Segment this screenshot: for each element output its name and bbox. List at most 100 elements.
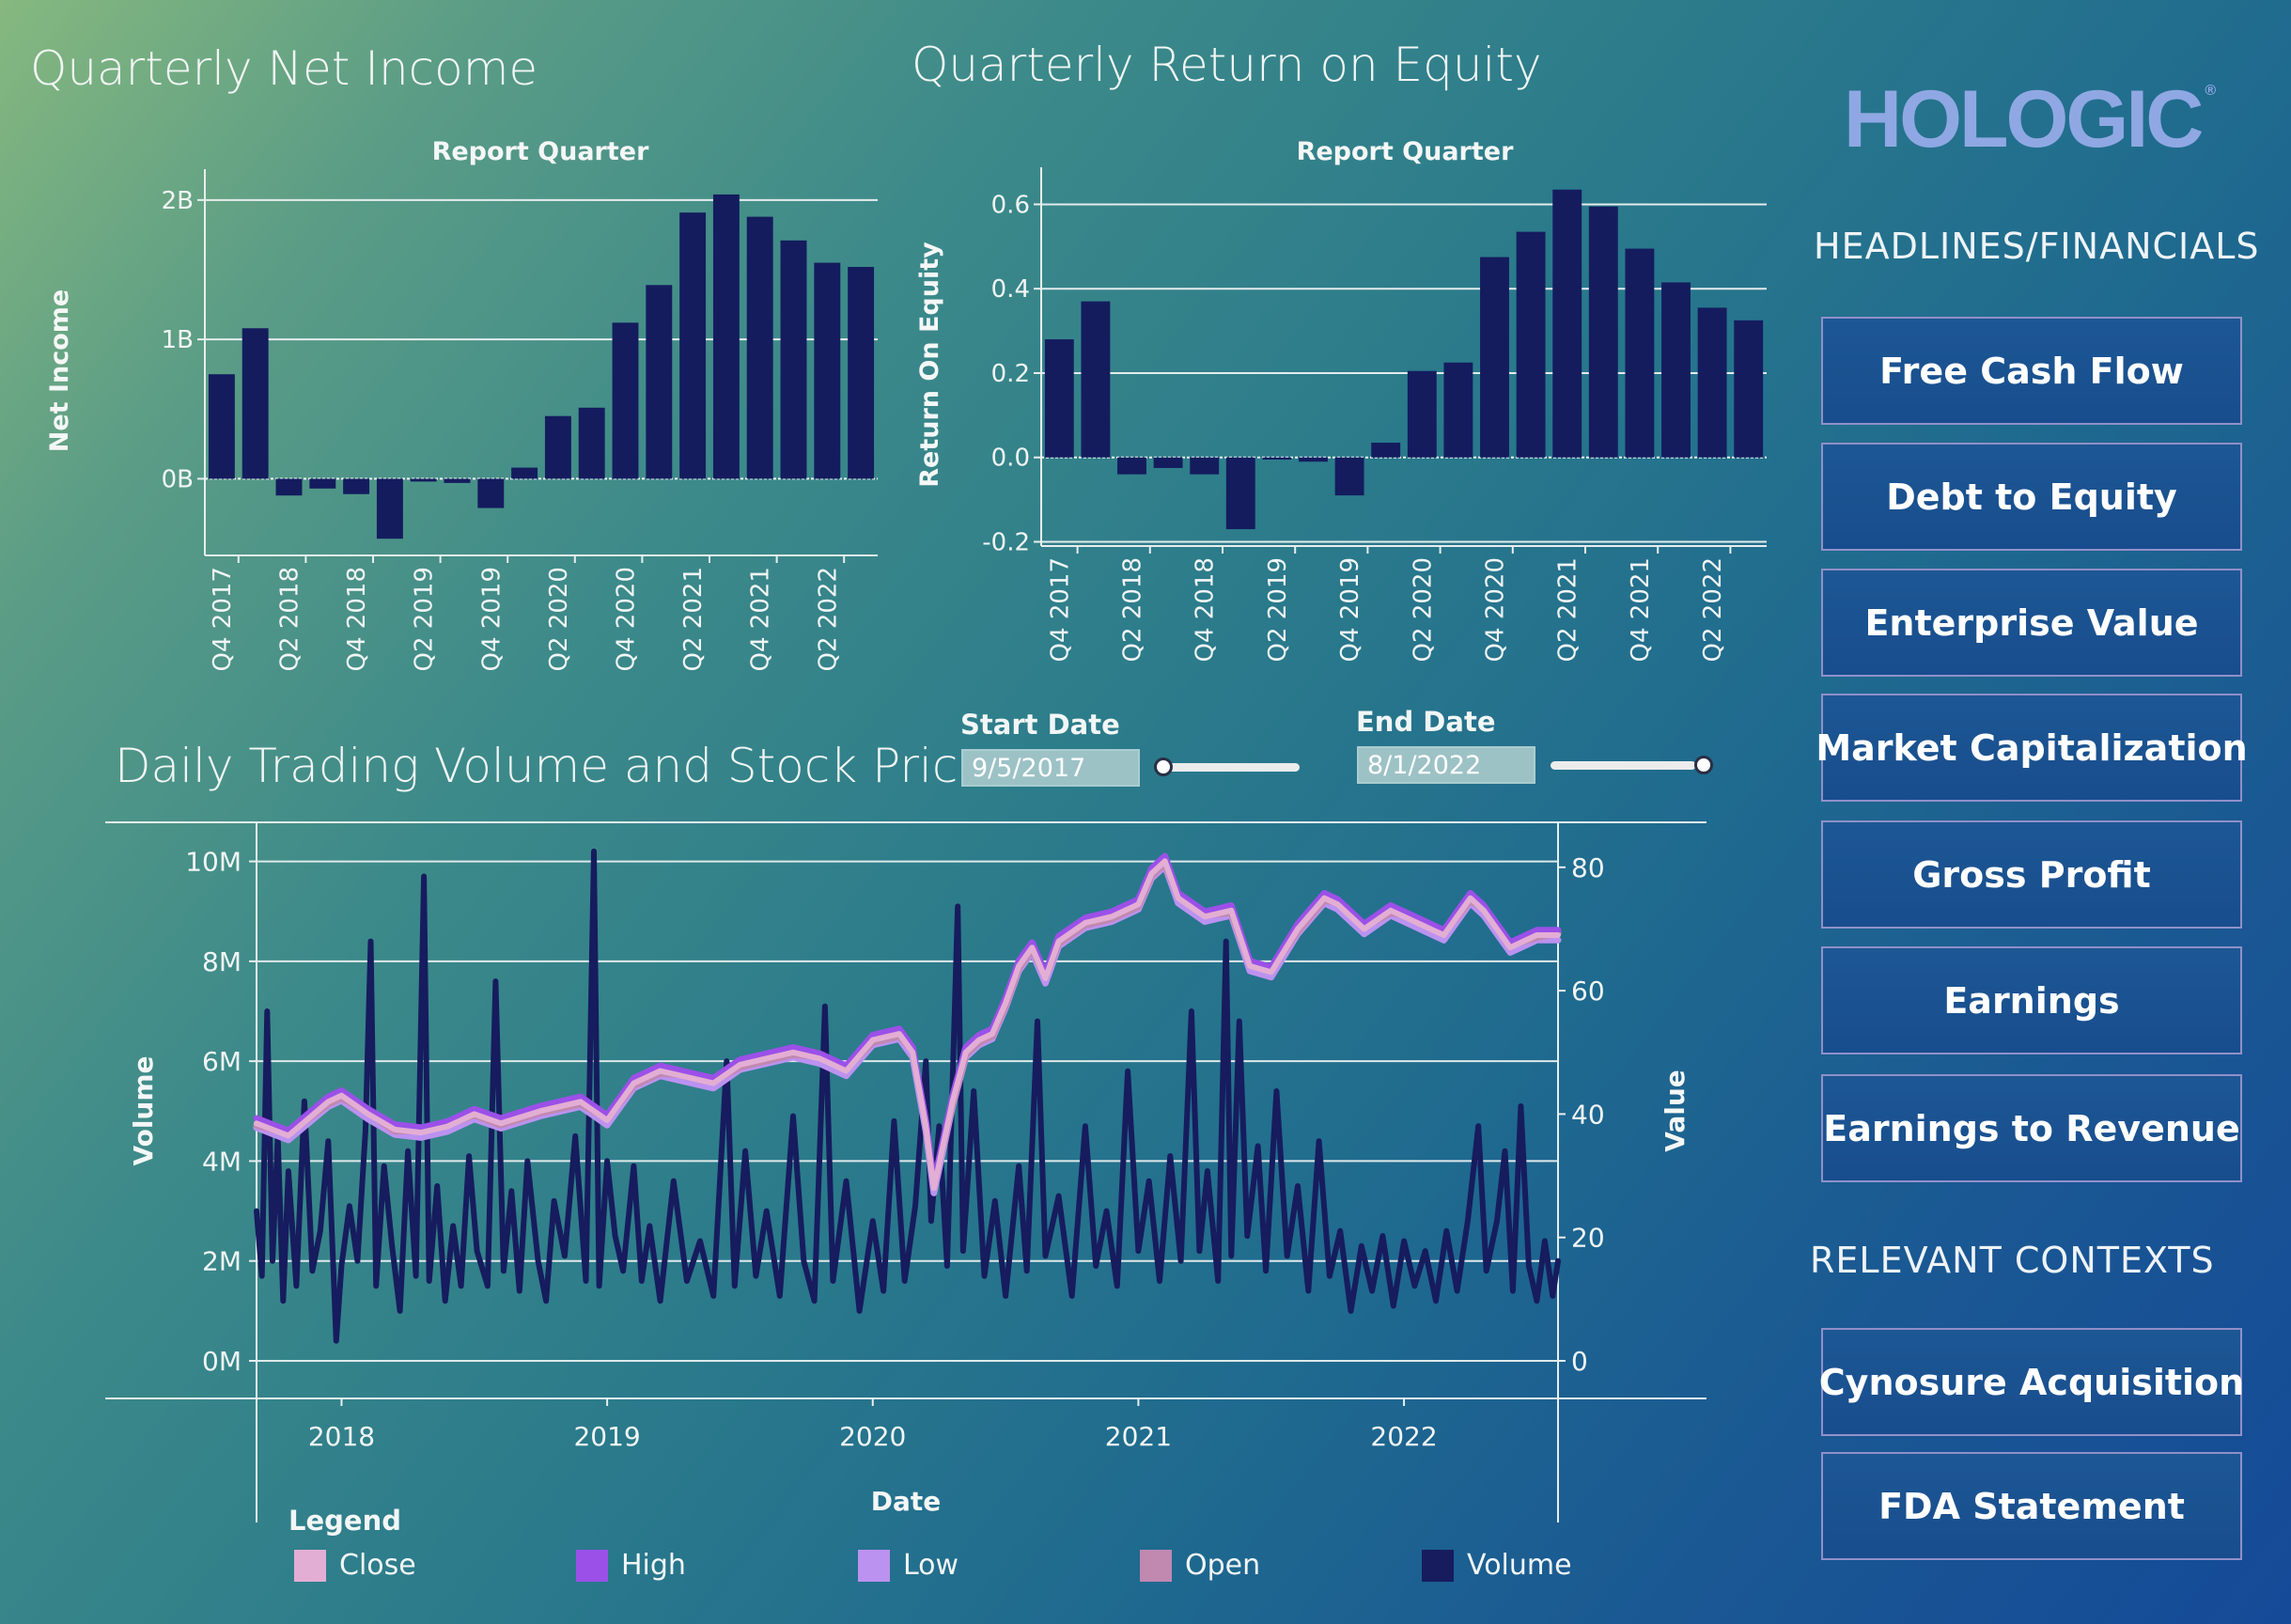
- end-date-slider-handle[interactable]: [1694, 756, 1713, 774]
- bar: [1153, 457, 1183, 468]
- earnings-button[interactable]: Earnings: [1821, 946, 2242, 1054]
- legend-label: Open: [1185, 1549, 1261, 1582]
- bar: [1480, 257, 1509, 458]
- x-tick-label: Q4 2020: [1482, 557, 1510, 662]
- bar: [477, 478, 505, 508]
- y-tick-label: 0.2: [991, 360, 1030, 388]
- x-axis-title: Report Quarter: [1297, 137, 1515, 166]
- legend-swatch: [1422, 1549, 1454, 1582]
- hologic-logo: HOLOGIC ®: [1844, 73, 2216, 166]
- x-tick-label: 2022: [1370, 1421, 1437, 1452]
- bar: [712, 194, 740, 479]
- legend-item-open[interactable]: Open: [1140, 1549, 1260, 1582]
- y-tick-label: 1B: [162, 326, 194, 354]
- cynosure-acquisition-button[interactable]: Cynosure Acquisition: [1819, 1328, 2244, 1436]
- fda-statement-button[interactable]: FDA Statement: [1821, 1452, 2242, 1560]
- bar: [544, 415, 571, 479]
- x-tick-label: 2020: [839, 1421, 906, 1452]
- x-tick-label: Q4 2018: [343, 567, 371, 671]
- market-capitalization-button[interactable]: Market Capitalization: [1816, 694, 2248, 802]
- x-tick-label: Q2 2022: [1699, 557, 1727, 662]
- bar: [376, 478, 403, 539]
- bar: [1407, 370, 1437, 458]
- end-date-slider[interactable]: [1551, 761, 1696, 770]
- y2-tick-label: 20: [1571, 1223, 1605, 1254]
- net-income-chart: Report Quarter Net Income 0B 1B 2B Q4 2017 Q2 …: [45, 137, 878, 671]
- legend-label: Low: [903, 1549, 959, 1582]
- legend-item-volume[interactable]: Volume: [1422, 1549, 1572, 1582]
- bar: [1371, 443, 1401, 458]
- bar: [578, 407, 605, 479]
- relevant-contexts-heading: RELEVANT CONTEXTS: [1810, 1240, 2215, 1281]
- y-tick-label: 0M: [202, 1346, 242, 1377]
- start-date-slider-handle[interactable]: [1154, 757, 1173, 776]
- legend-swatch: [1140, 1549, 1172, 1582]
- bar: [1334, 457, 1364, 496]
- bar: [1661, 282, 1691, 458]
- legend-item-low[interactable]: Low: [858, 1549, 958, 1582]
- x-tick-label: Q4 2019: [477, 567, 506, 671]
- end-date-label: End Date: [1356, 706, 1496, 738]
- legend-swatch: [294, 1549, 326, 1582]
- bar: [275, 478, 303, 496]
- x-axis-title: Date: [871, 1486, 942, 1517]
- trading-chart: 0M 2M 4M 6M 8M 10M 0 20 40 60 80 2018 2019 2020 2021 20…: [105, 821, 1707, 1522]
- y-tick-label: 0.6: [991, 191, 1030, 219]
- x-tick-label: Q2 2020: [545, 567, 573, 671]
- bar: [1443, 362, 1473, 458]
- legend-item-close[interactable]: Close: [294, 1549, 416, 1582]
- x-tick-label: Q4 2021: [1627, 557, 1655, 662]
- bar: [1552, 189, 1582, 458]
- bar: [780, 240, 807, 479]
- legend-item-high[interactable]: High: [576, 1549, 686, 1582]
- bar: [1225, 457, 1255, 530]
- legend-label: Volume: [1467, 1549, 1572, 1582]
- y-tick-label: -0.2: [982, 529, 1030, 557]
- x-tick-label: Q4 2019: [1336, 557, 1364, 662]
- legend-swatch: [576, 1549, 608, 1582]
- series-line-low: [253, 863, 1562, 1196]
- start-date-slider[interactable]: [1156, 763, 1300, 772]
- enterprise-value-button[interactable]: Enterprise Value: [1821, 569, 2242, 677]
- debt-to-equity-button[interactable]: Debt to Equity: [1821, 443, 2242, 551]
- x-tick-label: 2021: [1105, 1421, 1172, 1452]
- legend-swatch: [858, 1549, 890, 1582]
- y-axis-title: Net Income: [45, 289, 74, 452]
- x-tick-label: Q2 2019: [1264, 557, 1292, 662]
- bar: [410, 478, 437, 482]
- bar: [1117, 457, 1146, 475]
- gross-profit-button[interactable]: Gross Profit: [1821, 820, 2242, 929]
- legend-label: High: [621, 1549, 686, 1582]
- y-tick-label: 10M: [185, 847, 242, 878]
- bar: [1081, 301, 1111, 458]
- free-cash-flow-button[interactable]: Free Cash Flow: [1821, 317, 2242, 425]
- start-date-label: Start Date: [960, 709, 1120, 741]
- logo-registered-mark: ®: [2205, 83, 2217, 99]
- logo-text: HOLOGIC: [1844, 74, 2204, 164]
- bar: [646, 285, 673, 479]
- headlines-financials-heading: HEADLINES/FINANCIALS: [1814, 226, 2260, 267]
- end-date-input[interactable]: [1357, 746, 1535, 784]
- x-tick-label: 2019: [573, 1421, 640, 1452]
- bar: [511, 467, 538, 479]
- bar: [1734, 320, 1764, 458]
- bar: [1262, 457, 1292, 460]
- y2-tick-label: 0: [1571, 1346, 1588, 1377]
- series-line-close: [254, 858, 1561, 1192]
- bar: [1588, 206, 1618, 458]
- x-tick-label: Q4 2017: [1046, 557, 1074, 662]
- y2-tick-label: 60: [1571, 976, 1605, 1007]
- trading-title: Daily Trading Volume and Stock Price: [115, 739, 988, 793]
- start-date-input[interactable]: [961, 749, 1140, 787]
- earnings-to-revenue-button[interactable]: Earnings to Revenue: [1821, 1074, 2242, 1182]
- series-line-high: [253, 852, 1562, 1187]
- x-tick-label: Q2 2022: [814, 567, 842, 671]
- x-tick-label: Q2 2020: [1409, 557, 1437, 662]
- x-tick-label: Q2 2018: [276, 567, 304, 671]
- y-axis-title: Return On Equity: [915, 242, 944, 488]
- bar: [1044, 339, 1074, 458]
- bar: [444, 478, 471, 483]
- x-tick-label: Q2 2019: [411, 567, 439, 671]
- bar: [343, 478, 370, 494]
- bar: [612, 322, 639, 479]
